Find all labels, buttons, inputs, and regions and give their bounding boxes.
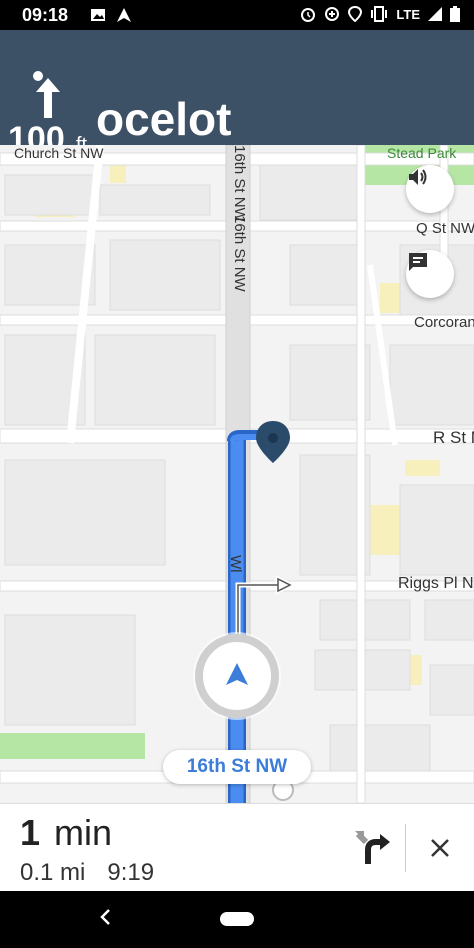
status-icons-right: LTE: [300, 6, 460, 22]
volume-button[interactable]: [406, 165, 454, 213]
alternate-routes-button[interactable]: [352, 828, 392, 868]
eta-duration-value: 1: [20, 812, 41, 853]
status-icons-left: [90, 7, 132, 23]
alarm-icon: [301, 8, 316, 22]
report-button[interactable]: [406, 250, 454, 298]
eta-distance: 0.1 mi: [20, 859, 86, 886]
location-puck[interactable]: [193, 632, 281, 720]
map-label-r-st: R St N: [433, 428, 474, 447]
photo-icon: [91, 9, 105, 21]
battery-icon: [450, 6, 460, 22]
map-view[interactable]: Church St NW Stead Park Q St NW Corcoran…: [0, 145, 474, 803]
building-highlight: [370, 505, 400, 555]
status-bar: 09:18 LTE: [0, 0, 474, 30]
route-fork-icon: [355, 831, 390, 864]
map-label-stead-park: Stead Park: [387, 145, 457, 161]
eta-details: 0.1 mi 9:19: [20, 859, 154, 887]
building-highlight: [405, 460, 440, 476]
volume-icon: [409, 169, 427, 185]
home-pill-icon[interactable]: [220, 912, 254, 926]
panel-divider: [405, 824, 406, 872]
status-time: 09:18: [22, 5, 69, 25]
map-label-corcoran: Corcoran: [414, 314, 474, 331]
trip-summary-panel[interactable]: 1 min 0.1 mi 9:19: [0, 803, 474, 892]
building-highlight: [380, 283, 400, 313]
close-icon: [431, 839, 449, 857]
location-icon: [348, 6, 363, 22]
system-navigation-bar: [0, 891, 474, 948]
map-label-16th-st-top: 16th St NW: [231, 145, 248, 222]
park-strip: [0, 733, 145, 759]
map-label-riggs-pl: Riggs Pl NW: [398, 575, 474, 592]
next-street-name: ocelot: [96, 93, 232, 145]
chat-report-icon: [409, 253, 427, 271]
navigation-header[interactable]: 100 ft ocelot: [0, 30, 474, 158]
current-street-pill: 16th St NW: [163, 750, 311, 784]
map-label-church-st: Church St NW: [14, 145, 104, 161]
close-navigation-button[interactable]: [420, 828, 460, 868]
map-label-route-partial: Wl: [227, 555, 244, 573]
turn-straight-arrow-icon: [33, 71, 60, 118]
navigation-arrow-icon: [117, 8, 131, 22]
vibrate-icon: [371, 6, 388, 22]
eta-duration-unit: min: [54, 812, 113, 853]
signal-icon: [428, 7, 442, 21]
back-icon[interactable]: [98, 907, 112, 927]
map-label-q-st: Q St NW: [416, 220, 474, 237]
current-street-label: 16th St NW: [186, 756, 288, 777]
eta-arrival-time: 9:19: [107, 859, 155, 886]
data-saver-icon: [325, 7, 340, 21]
map-label-16th-st: 16th St NW: [231, 215, 248, 292]
network-type: LTE: [396, 6, 420, 22]
